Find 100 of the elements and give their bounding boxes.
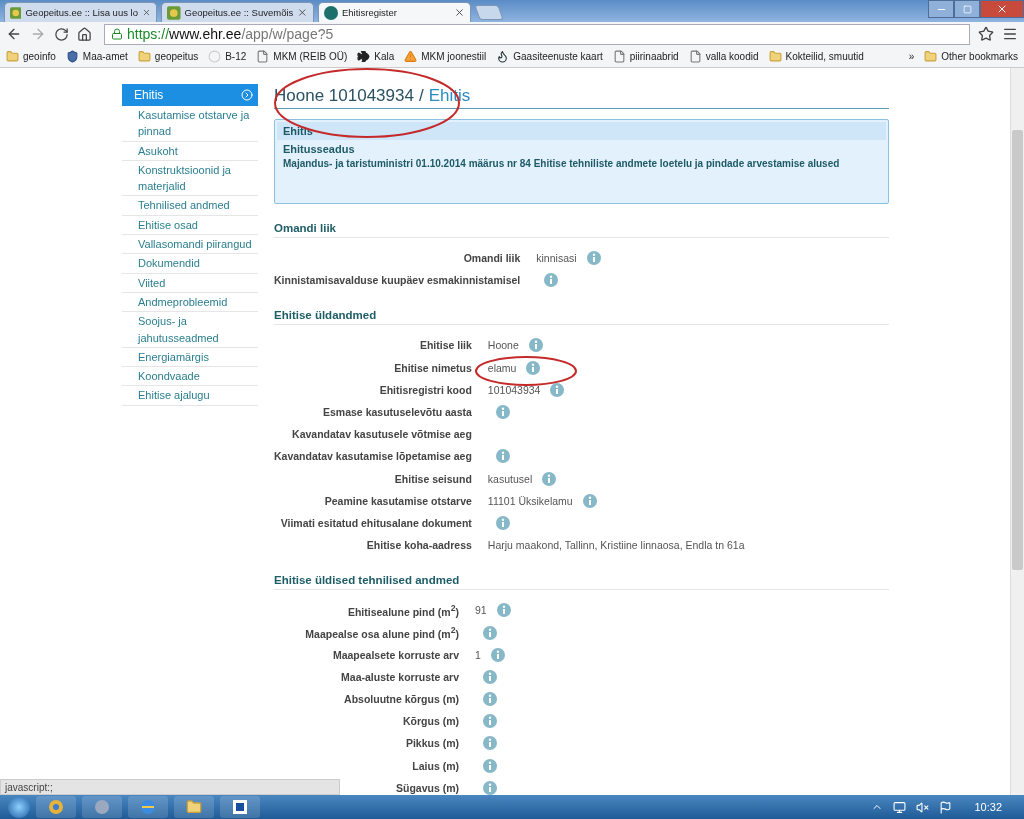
info-icon[interactable]	[550, 382, 565, 397]
info-title: Ehitis	[277, 122, 886, 140]
fish-icon	[357, 50, 371, 63]
field-label: Ehitise seisund	[394, 472, 472, 485]
browser-tab[interactable]: Ehitisregister	[318, 2, 471, 22]
info-subtitle: Ehitusseadus	[282, 142, 356, 155]
folder-icon	[137, 50, 151, 63]
field-value: elamu	[487, 361, 517, 374]
close-icon	[996, 3, 1008, 15]
field-label: Esmase kasutuselevõtu aasta	[323, 406, 472, 419]
browser-tab[interactable]: Geopeitus.ee :: Lisa uus lo	[4, 2, 157, 22]
field-value: kasutusel	[487, 472, 533, 485]
section-title: Omandi liik	[274, 222, 889, 238]
bookmark-star-icon[interactable]	[978, 26, 994, 42]
field-label: Kavandatav kasutusele võtmise aeg	[292, 428, 472, 441]
circle-icon	[208, 50, 222, 63]
section-title: Ehitise üldised tehnilised andmed	[274, 574, 889, 591]
close-icon[interactable]	[454, 7, 465, 18]
globe-taskbar-icon[interactable]	[128, 796, 168, 818]
close-icon[interactable]	[297, 7, 308, 18]
field-label: Sügavus (m)	[396, 781, 459, 794]
sidebar-item[interactable]: Ehitise ajalugu	[122, 386, 258, 406]
minimize-button[interactable]	[928, 0, 954, 18]
field-value: 1	[475, 648, 481, 661]
new-tab-button[interactable]	[474, 5, 504, 20]
site-favicon-icon	[324, 5, 338, 20]
flag-icon[interactable]	[939, 800, 953, 814]
sidebar-item[interactable]: Tehnilised andmed	[122, 196, 258, 216]
bookmark-item[interactable]: Kala	[357, 50, 395, 63]
sidebar-item[interactable]: Viited	[122, 273, 258, 293]
field-label: Ehitise liik	[419, 339, 472, 352]
back-button[interactable]	[6, 26, 22, 42]
lock-icon	[111, 28, 123, 40]
close-icon[interactable]	[142, 7, 151, 18]
sidebar-item[interactable]: Asukoht	[122, 141, 258, 161]
field-value: kinnisasi	[536, 252, 577, 265]
field-label: Viimati esitatud ehitusalane dokument	[280, 516, 472, 529]
app-taskbar-icon[interactable]	[220, 796, 260, 818]
sidebar-item[interactable]: Ehitise osad	[122, 215, 258, 236]
field-label: Omandi liik	[463, 252, 521, 265]
sidebar-item[interactable]: Andmeprobleemid	[122, 292, 258, 313]
maximize-icon	[962, 4, 972, 14]
field-value: Hoone	[487, 339, 519, 352]
status-text: javascript:;	[0, 779, 340, 795]
sidebar-item[interactable]: Dokumendid	[122, 254, 258, 274]
field-label: Laius (m)	[412, 759, 459, 772]
warning-icon	[404, 50, 418, 63]
field-label: Ehitise koha-aadress	[366, 539, 472, 552]
sidebar-item[interactable]: Soojus- ja jahutusseadmed	[122, 312, 258, 348]
field-label: Kõrgus (m)	[403, 715, 459, 728]
page-icon	[256, 50, 270, 63]
field-label: Peamine kasutamise otstarve	[324, 494, 472, 507]
field-label: Pikkus (m)	[405, 737, 459, 750]
flame-icon	[496, 50, 510, 63]
field-label: Kinnistamisavalduse kuupäev esmakinnistamisel	[274, 274, 521, 287]
bookmark-item[interactable]: MKM (REIB OÜ)	[256, 50, 348, 63]
folder-taskbar-icon[interactable]	[174, 796, 214, 818]
forward-button[interactable]	[30, 26, 46, 42]
bookmark-item[interactable]: B-12	[208, 50, 247, 63]
sidebar-item[interactable]: Kasutamise otstarve ja pinnad	[122, 106, 258, 142]
bookmark-item[interactable]: geoinfo	[6, 50, 56, 63]
field-label: Ehitise nimetus	[394, 361, 472, 374]
page-icon	[612, 50, 626, 63]
home-button[interactable]	[77, 26, 92, 42]
bookmark-item[interactable]: valla koodid	[688, 50, 759, 63]
overflow-button[interactable]: »	[908, 51, 915, 62]
field-label: Kavandatav kasutamise lõpetamise aeg	[274, 450, 472, 463]
clock[interactable]: 10:32	[974, 801, 1002, 813]
start-button[interactable]	[8, 796, 30, 818]
field-label: Maapealsete korruste arv	[332, 648, 459, 661]
address-field[interactable]: https://www.ehr.ee/app/w/page?5	[104, 23, 970, 45]
field-value: 101043934	[487, 383, 541, 396]
sidebar-item[interactable]: Koondvaade	[122, 367, 258, 387]
field-label: Ehitisregistri kood	[379, 383, 472, 396]
folder-icon	[6, 50, 19, 63]
media-taskbar-icon[interactable]	[82, 796, 122, 818]
sidebar-item[interactable]: Konstruktsioonid ja materjalid	[122, 160, 258, 197]
bookmark-item[interactable]: Gaasiteenuste kaart	[496, 50, 603, 63]
scrollbar[interactable]	[1010, 68, 1024, 795]
bookmark-item[interactable]: piirinaabrid	[612, 50, 679, 63]
maximize-button[interactable]	[954, 0, 980, 18]
menu-icon[interactable]	[1002, 26, 1018, 42]
field-label: Ehitisealune pind (m$^{2}$)	[347, 603, 459, 618]
sidebar-item[interactable]: Energiamärgis	[122, 347, 258, 368]
sidebar-item[interactable]: Vallasomandi piirangud	[122, 235, 258, 255]
section-title: Ehitise üldandmed	[274, 309, 889, 326]
other-bookmarks-item[interactable]: Other bookmarks	[924, 50, 1018, 63]
browser-taskbar-icon[interactable]	[36, 796, 76, 818]
field-value: 11101 Üksikelamu	[487, 494, 573, 507]
bookmark-item[interactable]: geopeitus	[137, 50, 199, 63]
field-label: Maa-aluste korruste arv	[341, 670, 459, 683]
shield-icon	[65, 50, 79, 63]
reload-button[interactable]	[54, 26, 69, 42]
info-text: Majandus- ja taristuministri 01.10.2014 määrus nr 84 Ehitise tehniliste andmete loetelu ja pindade arvestamise alused	[282, 157, 841, 171]
bookmark-item[interactable]: Kokteilid, smuutid	[768, 50, 864, 63]
bookmark-item[interactable]: Maa-amet	[65, 50, 128, 63]
bookmark-item[interactable]: MKM joonestiil	[404, 50, 487, 63]
browser-tab[interactable]: Geopeitus.ee :: Suvemõis	[161, 2, 314, 22]
field-value: 91	[475, 604, 487, 617]
muted-speaker-icon[interactable]	[916, 800, 930, 814]
